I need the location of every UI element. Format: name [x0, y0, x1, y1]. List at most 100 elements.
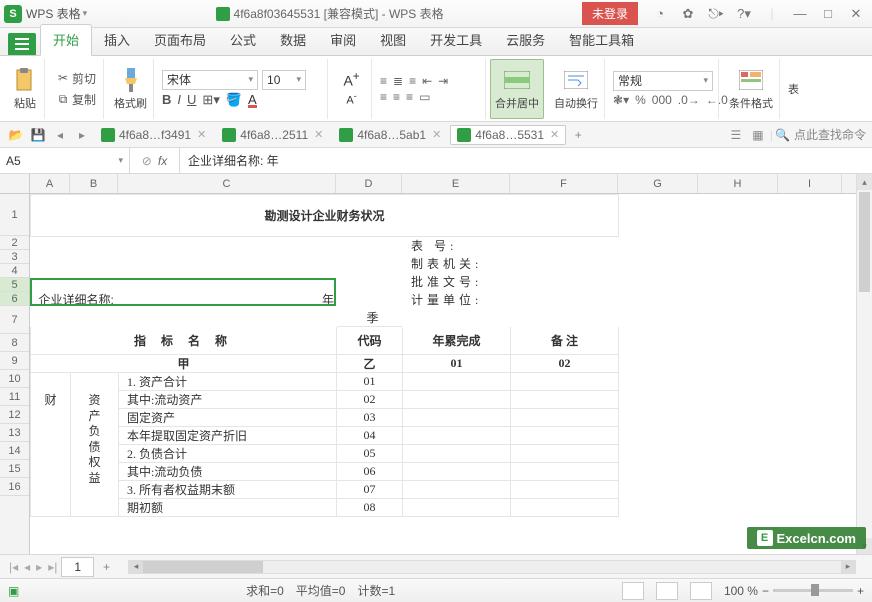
cut-button[interactable]: ✂剪切: [53, 69, 99, 88]
menu-list-icon[interactable]: ☰: [726, 125, 746, 145]
command-search[interactable]: 🔍 点此查找命令: [775, 126, 866, 143]
merge-center-button[interactable]: 合并居中: [490, 59, 544, 119]
data-cell[interactable]: [511, 499, 619, 517]
close-icon[interactable]: ✕: [432, 128, 441, 141]
cond-format-button[interactable]: 条件格式: [723, 59, 780, 119]
format-painter-button[interactable]: 格式刷: [108, 59, 154, 119]
formula-content[interactable]: 企业详细名称: 年: [180, 152, 872, 169]
select-all-corner[interactable]: [0, 174, 30, 194]
row-code[interactable]: 02: [337, 391, 403, 409]
scroll-up-icon[interactable]: ▴: [857, 174, 872, 190]
align-mid-button[interactable]: ≣: [393, 74, 403, 88]
font-color-button[interactable]: A: [248, 92, 257, 108]
col-header[interactable]: G: [618, 174, 698, 193]
col-header[interactable]: H: [698, 174, 778, 193]
window-maximize-button[interactable]: □: [818, 4, 838, 24]
tab-smart[interactable]: 智能工具箱: [557, 25, 646, 55]
doc-tab-0[interactable]: 4f6a8…f3491✕: [94, 125, 213, 145]
col-header[interactable]: D: [336, 174, 402, 193]
app-menu-dropdown-icon[interactable]: ▾: [83, 8, 88, 19]
view-page-button[interactable]: [656, 582, 678, 600]
save-icon[interactable]: 💾: [28, 125, 48, 145]
zoom-out-button[interactable]: −: [762, 584, 769, 598]
align-bot-button[interactable]: ≡: [409, 74, 416, 88]
row-label[interactable]: 期初额: [119, 499, 337, 517]
data-cell[interactable]: [511, 481, 619, 499]
border-button[interactable]: ⊞▾: [202, 92, 219, 108]
fx-icon[interactable]: fx: [158, 154, 167, 168]
number-format-select[interactable]: 常规▾: [613, 71, 713, 91]
row-label[interactable]: 其中:流动负债: [119, 463, 337, 481]
scroll-thumb[interactable]: [143, 561, 263, 573]
horizontal-scrollbar[interactable]: ◂ ▸: [128, 560, 856, 574]
row-label[interactable]: 3. 所有者权益期末额: [119, 481, 337, 499]
indent-inc-button[interactable]: ⇥: [438, 74, 448, 88]
sheet-tab-active[interactable]: 1: [61, 557, 94, 577]
category-fin[interactable]: 财: [31, 373, 71, 517]
table-style-button[interactable]: 表: [784, 81, 803, 97]
col-remark[interactable]: 备 注: [511, 327, 619, 355]
data-cell[interactable]: [403, 373, 511, 391]
subhdr-01[interactable]: 01: [403, 355, 511, 373]
align-center-button[interactable]: ≡: [393, 90, 400, 104]
subhdr-02[interactable]: 02: [511, 355, 619, 373]
bold-button[interactable]: B: [162, 92, 171, 107]
year-label[interactable]: 年: [119, 291, 337, 309]
zoom-control[interactable]: 100 % − +: [724, 584, 864, 598]
close-icon[interactable]: ✕: [314, 128, 323, 141]
data-cell[interactable]: [511, 445, 619, 463]
row-code[interactable]: 06: [337, 463, 403, 481]
doc-tab-3[interactable]: 4f6a8…5531✕: [450, 125, 566, 145]
row-code[interactable]: 07: [337, 481, 403, 499]
indent-dec-button[interactable]: ⇤: [422, 74, 432, 88]
row-code[interactable]: 03: [337, 409, 403, 427]
status-doc-icon[interactable]: ▣: [8, 584, 19, 598]
open-folder-icon[interactable]: 📂: [6, 125, 26, 145]
data-cell[interactable]: [403, 409, 511, 427]
zoom-slider[interactable]: [773, 589, 853, 592]
view-normal-button[interactable]: [622, 582, 644, 600]
align-left-button[interactable]: ≡: [380, 90, 387, 104]
meta-label[interactable]: 批准文号:: [403, 273, 511, 291]
row-header[interactable]: 9: [0, 352, 29, 370]
scroll-right-icon[interactable]: ▸: [841, 561, 855, 573]
row-label[interactable]: 固定资产: [119, 409, 337, 427]
row-header[interactable]: 1: [0, 194, 29, 236]
italic-button[interactable]: I: [177, 92, 181, 107]
sheet-nav-last-icon[interactable]: ▸|: [45, 560, 60, 574]
company-name-label[interactable]: 企业详细名称:: [31, 291, 119, 309]
underline-button[interactable]: U: [187, 92, 196, 107]
subcategory[interactable]: 资产负债权益: [71, 373, 119, 517]
scroll-thumb[interactable]: [859, 192, 870, 292]
add-tab-button[interactable]: +: [568, 125, 588, 145]
comma-button[interactable]: 000: [652, 93, 672, 107]
row-header[interactable]: 2: [0, 236, 29, 250]
row-code[interactable]: 08: [337, 499, 403, 517]
close-icon[interactable]: ✕: [550, 128, 559, 141]
row-label[interactable]: 其中:流动资产: [119, 391, 337, 409]
row-header[interactable]: 4: [0, 264, 29, 278]
doc-tab-2[interactable]: 4f6a8…5ab1✕: [332, 125, 448, 145]
tab-insert[interactable]: 插入: [92, 25, 142, 55]
col-header[interactable]: C: [118, 174, 336, 193]
quarter-label[interactable]: 季: [337, 309, 403, 327]
increase-font-button[interactable]: A+: [343, 70, 359, 89]
tab-data[interactable]: 数据: [268, 25, 318, 55]
fill-color-button[interactable]: 🪣: [226, 92, 242, 108]
sheet-cells[interactable]: 勘测设计企业财务状况 表 号: 制表机关: 批准文号: 企业详细名称:年计量单位…: [30, 194, 843, 517]
row-label[interactable]: 2. 负债合计: [119, 445, 337, 463]
add-sheet-button[interactable]: +: [95, 558, 118, 576]
tab-formula[interactable]: 公式: [218, 25, 268, 55]
col-header[interactable]: I: [778, 174, 842, 193]
cancel-formula-icon[interactable]: ⊘: [142, 154, 152, 168]
tab-dev[interactable]: 开发工具: [418, 25, 494, 55]
data-cell[interactable]: [511, 427, 619, 445]
view-break-button[interactable]: [690, 582, 712, 600]
close-icon[interactable]: ✕: [197, 128, 206, 141]
spreadsheet-grid[interactable]: 1 2 3 4 5 6 7 8 9 10 11 12 13 14 15 16 A…: [0, 174, 872, 554]
zoom-knob[interactable]: [811, 584, 819, 596]
nav-next-icon[interactable]: ▸: [72, 125, 92, 145]
grid-icon[interactable]: ▦: [748, 125, 768, 145]
row-header[interactable]: 7: [0, 306, 29, 334]
align-right-button[interactable]: ≡: [406, 90, 413, 104]
